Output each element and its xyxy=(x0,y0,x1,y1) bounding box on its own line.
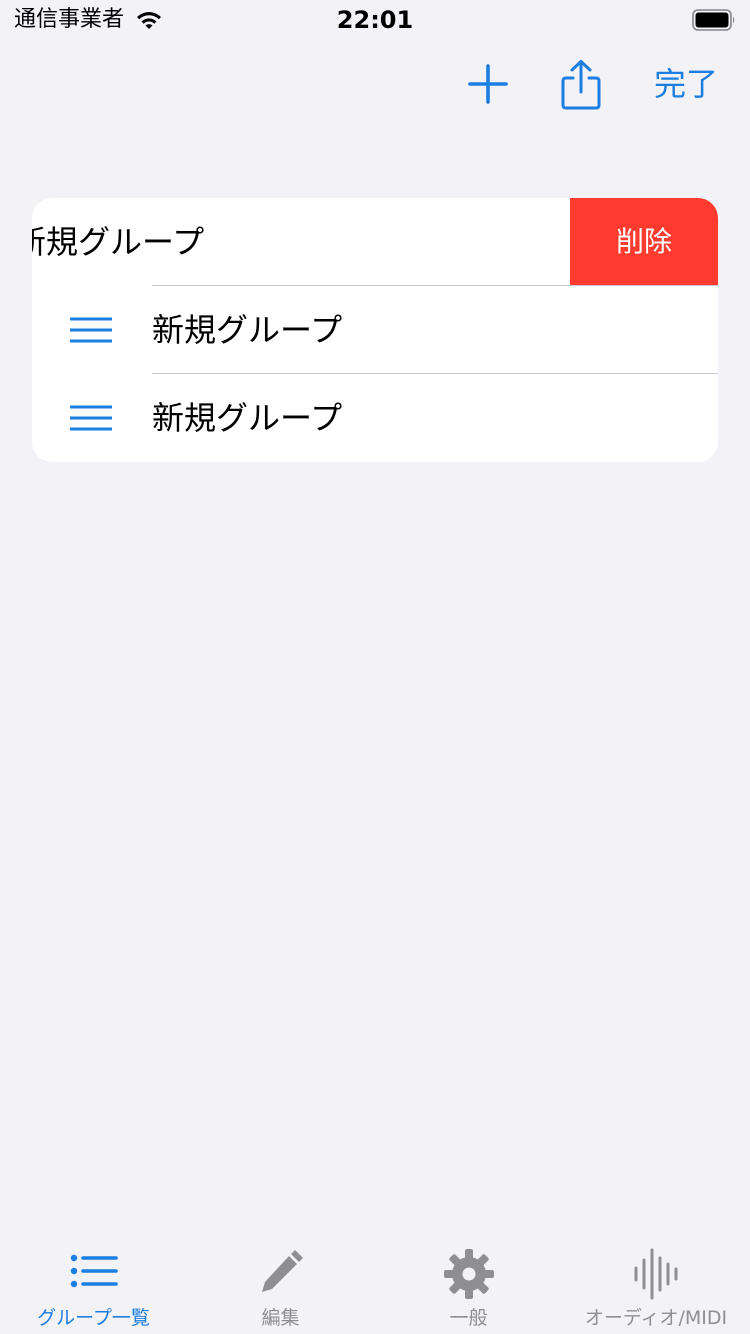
share-icon[interactable] xyxy=(558,58,604,112)
group-title: 新規グループ xyxy=(152,399,343,437)
tab-label: グループ一覧 xyxy=(37,1307,150,1329)
tab-label: 編集 xyxy=(261,1307,300,1329)
waveform-icon xyxy=(634,1248,678,1300)
gear-icon xyxy=(443,1249,494,1299)
tab-edit[interactable]: 編集 xyxy=(187,1234,374,1334)
tab-label: オーディオ/MIDI xyxy=(584,1307,728,1329)
battery-icon xyxy=(692,9,735,31)
list-item[interactable]: 新規グループ xyxy=(32,374,718,462)
status-bar: 通信事業者 22:01 xyxy=(0,0,750,40)
tab-label: 一般 xyxy=(449,1307,488,1329)
group-list: 新規グループ 削除 新規グループ 新規グループ xyxy=(32,198,718,462)
group-title: 新規グループ xyxy=(32,223,205,261)
reorder-handle-icon[interactable] xyxy=(68,316,114,344)
tab-audio-midi[interactable]: オーディオ/MIDI xyxy=(562,1234,750,1334)
list-icon xyxy=(70,1254,118,1288)
tab-bar: グループ一覧 編集 一般 オーディオ/MIDI xyxy=(0,1234,750,1334)
reorder-handle-icon[interactable] xyxy=(68,404,114,432)
group-title: 新規グループ xyxy=(152,311,343,349)
list-item[interactable]: 新規グループ 削除 xyxy=(32,198,718,286)
tab-group-list[interactable]: グループ一覧 xyxy=(0,1234,187,1334)
done-button[interactable]: 完了 xyxy=(654,62,718,106)
pencil-icon xyxy=(261,1250,303,1292)
plus-icon[interactable] xyxy=(466,62,510,106)
delete-button[interactable]: 削除 xyxy=(570,198,718,286)
status-time: 22:01 xyxy=(336,6,414,34)
list-item[interactable]: 新規グループ xyxy=(32,286,718,374)
tab-general[interactable]: 一般 xyxy=(375,1234,562,1334)
